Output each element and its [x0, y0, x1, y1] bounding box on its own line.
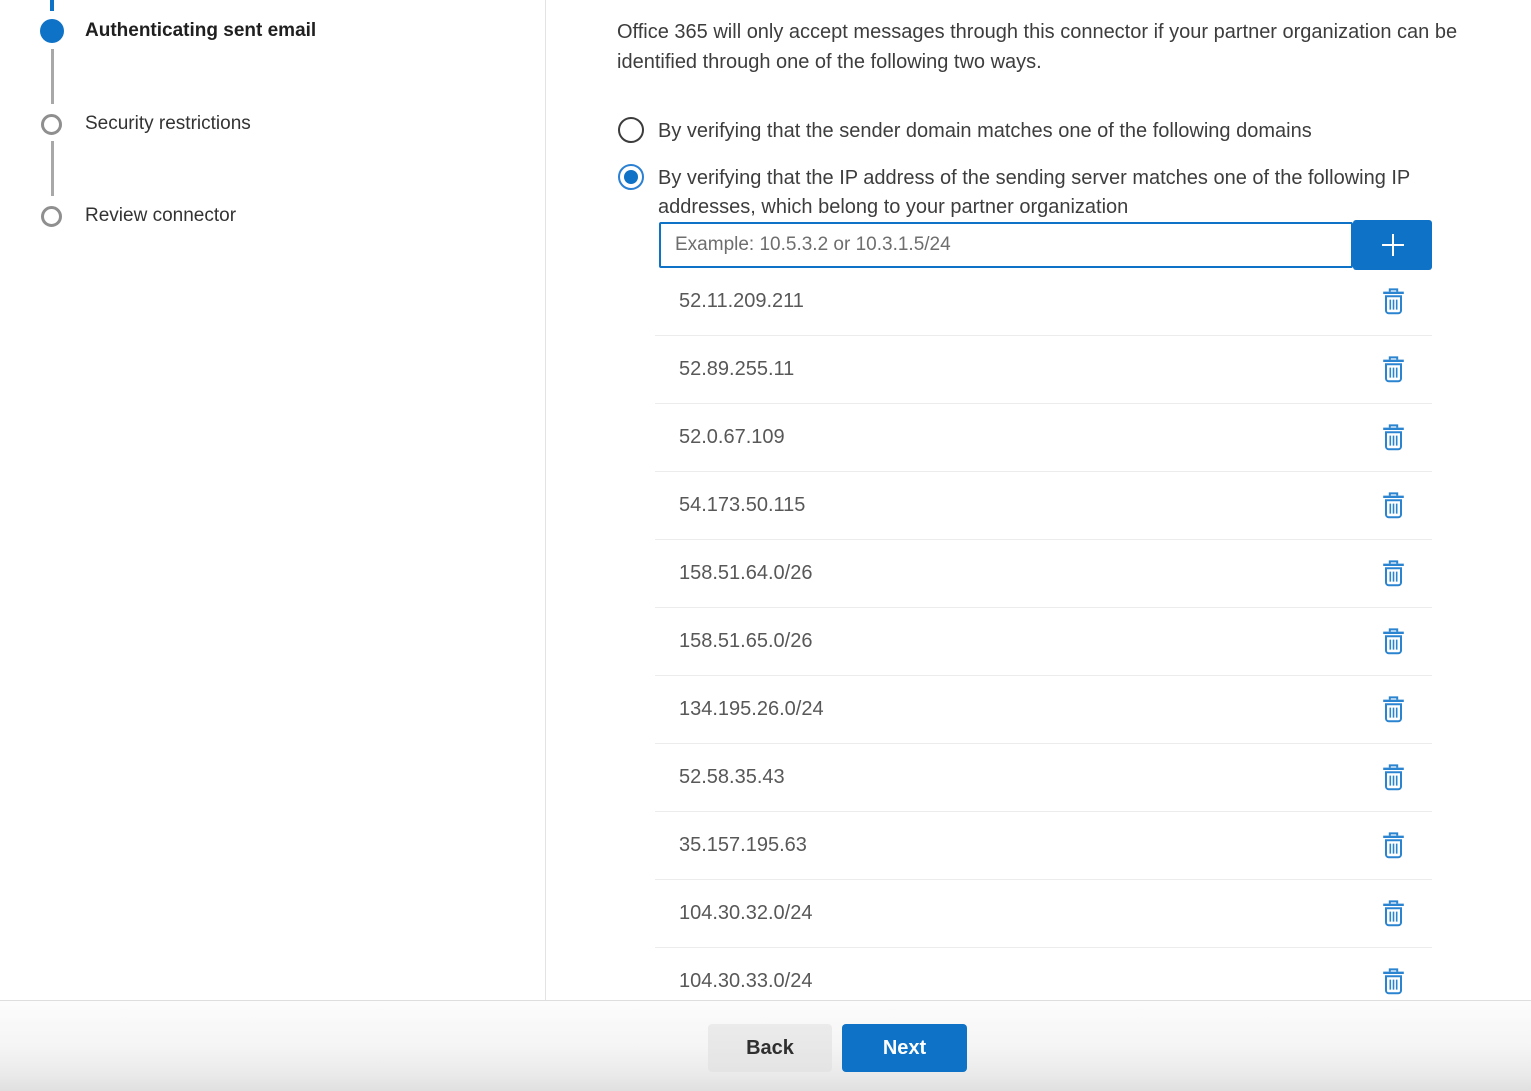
step-review-connector[interactable]: Review connector [41, 205, 236, 227]
ip-address-value: 158.51.65.0/26 [679, 630, 812, 653]
delete-ip-button[interactable] [1380, 423, 1406, 453]
trash-icon [1382, 424, 1405, 451]
upcoming-step-dot-icon [41, 114, 62, 135]
step-connector-completed [50, 0, 54, 11]
radio-option-label: By verifying that the sender domain matc… [658, 117, 1398, 146]
ip-list-row: 52.0.67.109 [655, 404, 1432, 472]
trash-icon [1382, 628, 1405, 655]
add-ip-button[interactable] [1353, 220, 1432, 270]
trash-icon [1382, 560, 1405, 587]
ip-address-value: 104.30.33.0/24 [679, 970, 812, 993]
ip-address-value: 52.58.35.43 [679, 766, 785, 789]
authentication-settings-panel: Office 365 will only accept messages thr… [546, 0, 1531, 1000]
delete-ip-button[interactable] [1380, 763, 1406, 793]
radio-unselected-icon[interactable] [618, 117, 644, 143]
radio-selected-icon[interactable] [618, 164, 644, 190]
trash-icon [1382, 968, 1405, 995]
trash-icon [1382, 900, 1405, 927]
delete-ip-button[interactable] [1380, 627, 1406, 657]
trash-icon [1382, 832, 1405, 859]
ip-address-value: 52.0.67.109 [679, 426, 785, 449]
ip-address-value: 52.89.255.11 [679, 358, 794, 381]
ip-address-value: 104.30.32.0/24 [679, 902, 812, 925]
step-label: Security restrictions [85, 113, 251, 135]
step-label: Review connector [85, 205, 236, 227]
delete-ip-button[interactable] [1380, 695, 1406, 725]
back-button[interactable]: Back [708, 1024, 832, 1072]
ip-list-row: 158.51.64.0/26 [655, 540, 1432, 608]
ip-address-input[interactable] [659, 222, 1353, 268]
ip-address-value: 52.11.209.211 [679, 290, 804, 313]
ip-address-value: 54.173.50.115 [679, 494, 805, 517]
radio-option-ip-address[interactable]: By verifying that the IP address of the … [618, 164, 1476, 222]
upcoming-step-dot-icon [41, 206, 62, 227]
page-description: Office 365 will only accept messages thr… [617, 17, 1529, 77]
ip-list-row: 104.30.32.0/24 [655, 880, 1432, 948]
ip-list-row: 52.58.35.43 [655, 744, 1432, 812]
ip-list-row: 134.195.26.0/24 [655, 676, 1432, 744]
trash-icon [1382, 764, 1405, 791]
active-step-dot-icon [40, 19, 64, 43]
trash-icon [1382, 492, 1405, 519]
delete-ip-button[interactable] [1380, 559, 1406, 589]
delete-ip-button[interactable] [1380, 355, 1406, 385]
trash-icon [1382, 288, 1405, 315]
ip-list-row: 158.51.65.0/26 [655, 608, 1432, 676]
trash-icon [1382, 696, 1405, 723]
delete-ip-button[interactable] [1380, 287, 1406, 317]
wizard-steps-sidebar: Authenticating sent email Security restr… [0, 0, 546, 1000]
step-authenticating-sent-email[interactable]: Authenticating sent email [40, 19, 316, 43]
ip-list-row: 52.89.255.11 [655, 336, 1432, 404]
radio-option-sender-domain[interactable]: By verifying that the sender domain matc… [618, 117, 1398, 146]
ip-list-row: 35.157.195.63 [655, 812, 1432, 880]
ip-list: 52.11.209.211 52.89.255.11 52.0.67.109 [655, 268, 1432, 1000]
step-security-restrictions[interactable]: Security restrictions [41, 113, 251, 135]
ip-list-row: 52.11.209.211 [655, 268, 1432, 336]
step-connector [51, 141, 54, 196]
next-button[interactable]: Next [842, 1024, 967, 1072]
ip-list-row: 54.173.50.115 [655, 472, 1432, 540]
delete-ip-button[interactable] [1380, 899, 1406, 929]
delete-ip-button[interactable] [1380, 831, 1406, 861]
step-connector [51, 49, 54, 104]
step-label: Authenticating sent email [85, 20, 316, 42]
delete-ip-button[interactable] [1380, 967, 1406, 997]
trash-icon [1382, 356, 1405, 383]
delete-ip-button[interactable] [1380, 491, 1406, 521]
plus-icon [1379, 231, 1407, 259]
ip-list-row: 104.30.33.0/24 [655, 948, 1432, 1000]
ip-address-value: 35.157.195.63 [679, 834, 807, 857]
ip-address-value: 158.51.64.0/26 [679, 562, 812, 585]
radio-option-label: By verifying that the IP address of the … [658, 164, 1476, 222]
ip-address-value: 134.195.26.0/24 [679, 698, 824, 721]
